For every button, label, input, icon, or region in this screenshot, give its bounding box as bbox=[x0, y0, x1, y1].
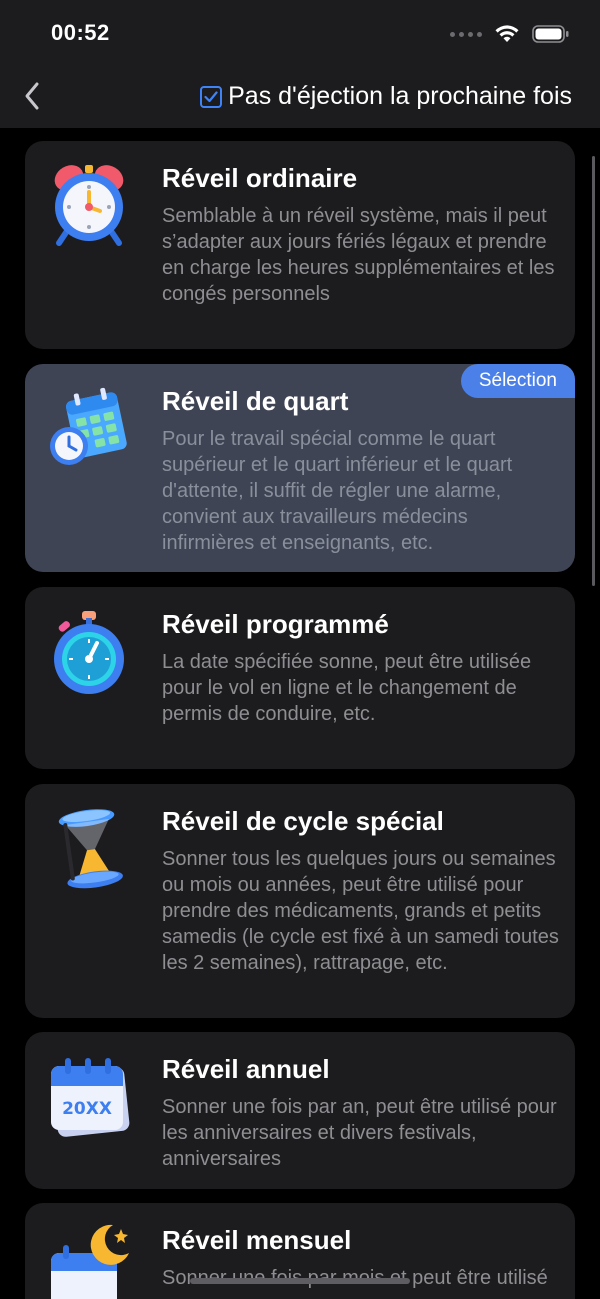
card-description: Pour le travail spécial comme le quart s… bbox=[162, 428, 513, 554]
scrollbar[interactable] bbox=[592, 156, 595, 586]
nav-bar: Pas d'éjection la prochaine fois bbox=[0, 64, 600, 128]
alarm-type-card-annual[interactable]: 20XX Réveil annuel Sonner une fois par a… bbox=[25, 1032, 575, 1189]
alarm-type-card-monthly[interactable]: Réveil mensuel Sonner une fois par mois … bbox=[25, 1203, 575, 1299]
chevron-left-icon bbox=[25, 82, 39, 110]
selected-badge: Sélection bbox=[460, 364, 575, 398]
card-title: Réveil programmé bbox=[162, 609, 389, 639]
alarm-clock-icon bbox=[47, 161, 131, 249]
hourglass-icon bbox=[47, 804, 131, 892]
stopwatch-icon bbox=[47, 607, 131, 695]
card-description: Sonner une fois par an, peut être utilis… bbox=[162, 1096, 557, 1170]
shift-calendar-clock-icon bbox=[47, 384, 131, 472]
no-eject-checkbox[interactable] bbox=[200, 85, 223, 108]
battery-icon bbox=[532, 25, 569, 43]
card-description: Sonner tous les quelques jours ou semain… bbox=[162, 848, 559, 974]
calendar-20xx-icon: 20XX bbox=[47, 1052, 131, 1140]
status-bar: 00:52 bbox=[0, 0, 600, 64]
no-eject-toggle[interactable]: Pas d'éjection la prochaine fois bbox=[200, 82, 572, 111]
checkmark-icon bbox=[204, 90, 218, 102]
card-title: Réveil de cycle spécial bbox=[162, 806, 444, 836]
calendar-moon-icon bbox=[47, 1223, 131, 1299]
alarm-type-card-ordinary[interactable]: Réveil ordinaire Semblable à un réveil s… bbox=[25, 141, 575, 349]
back-button[interactable] bbox=[12, 76, 52, 116]
no-eject-label: Pas d'éjection la prochaine fois bbox=[228, 82, 572, 110]
card-title: Réveil ordinaire bbox=[162, 163, 358, 193]
wifi-icon bbox=[495, 25, 519, 42]
status-icons bbox=[450, 22, 570, 46]
cellular-signal-icon bbox=[450, 31, 482, 37]
alarm-type-list[interactable]: Réveil ordinaire Semblable à un réveil s… bbox=[0, 128, 600, 1299]
status-time: 00:52 bbox=[51, 20, 110, 45]
card-title: Réveil annuel bbox=[162, 1054, 330, 1084]
card-description: Semblable à un réveil système, mais il p… bbox=[162, 205, 555, 305]
home-indicator[interactable] bbox=[190, 1278, 410, 1284]
card-title: Réveil mensuel bbox=[162, 1225, 352, 1255]
alarm-type-card-scheduled[interactable]: Réveil programmé La date spécifiée sonne… bbox=[25, 587, 575, 769]
alarm-type-card-shift[interactable]: Sélection Réveil de quart Pour le travai… bbox=[25, 364, 575, 572]
calendar-20xx-label: 20XX bbox=[62, 1099, 112, 1119]
card-description: La date spécifiée sonne, peut être utili… bbox=[162, 651, 532, 725]
card-title: Réveil de quart bbox=[162, 386, 349, 416]
alarm-type-card-special-cycle[interactable]: Réveil de cycle spécial Sonner tous les … bbox=[25, 784, 575, 1018]
